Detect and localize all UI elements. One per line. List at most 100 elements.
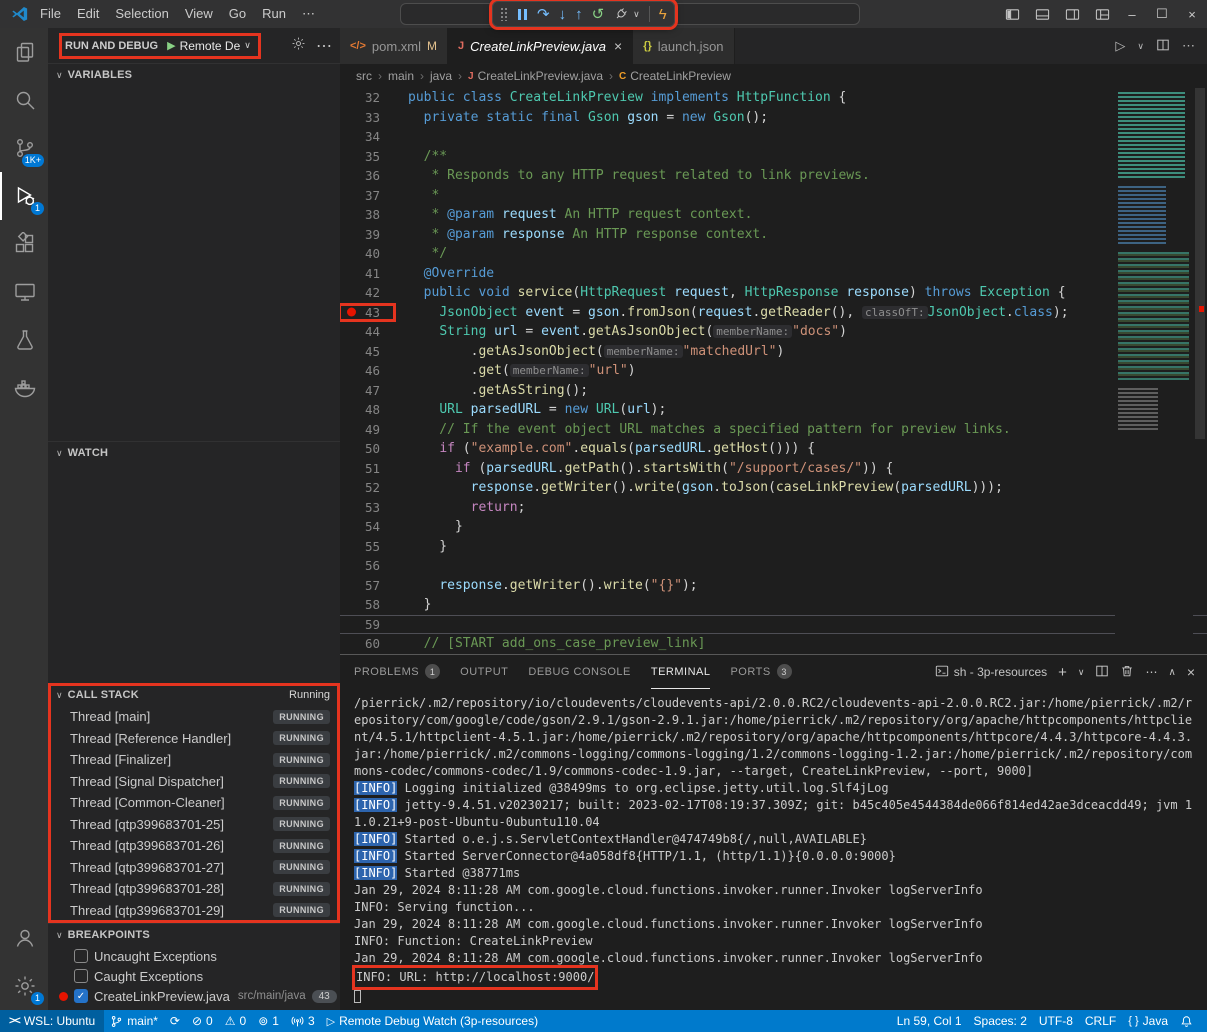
code-line[interactable]: 34 — [340, 127, 1207, 147]
activity-testing[interactable] — [0, 316, 48, 364]
menu-[interactable]: ⋯ — [294, 0, 323, 28]
line-gutter[interactable]: 57 — [340, 578, 394, 593]
notifications[interactable] — [1174, 1010, 1199, 1032]
more-actions-icon[interactable]: ⋯ — [316, 36, 332, 56]
disconnect-icon[interactable] — [613, 6, 629, 22]
close-button[interactable]: × — [1177, 0, 1207, 28]
activity-remote-explorer[interactable] — [0, 268, 48, 316]
git-branch[interactable]: main* — [104, 1010, 164, 1032]
activity-run-and-debug[interactable]: 1 — [0, 172, 48, 220]
step-out-icon[interactable]: ↑ — [575, 7, 583, 22]
breadcrumb-item[interactable]: java — [430, 69, 452, 83]
code-line[interactable]: 40 */ — [340, 244, 1207, 264]
activity-docker[interactable] — [0, 364, 48, 412]
line-gutter[interactable]: 37 — [340, 188, 394, 203]
code-line[interactable]: 56 — [340, 556, 1207, 576]
line-gutter[interactable]: 54 — [340, 519, 394, 534]
line-gutter[interactable]: 47 — [340, 383, 394, 398]
call-stack-thread-row[interactable]: Thread [Reference Handler]RUNNING — [48, 728, 340, 750]
call-stack-thread-row[interactable]: Thread [qtp399683701-26]RUNNING — [48, 835, 340, 857]
call-stack-thread-row[interactable]: Thread [qtp399683701-29]RUNNING — [48, 900, 340, 922]
breakpoint-dot-icon[interactable] — [347, 308, 356, 317]
layout-customize-icon[interactable] — [1087, 0, 1117, 28]
kill-terminal-icon[interactable] — [1120, 664, 1134, 681]
panel-tab-terminal[interactable]: TERMINAL — [651, 655, 711, 689]
line-gutter[interactable]: 44 — [340, 324, 394, 339]
panel-tab-ports[interactable]: PORTS3 — [730, 655, 791, 689]
close-panel-icon[interactable]: × — [1187, 664, 1195, 680]
hot-code-replace-icon[interactable]: ϟ — [659, 7, 667, 22]
line-gutter[interactable]: 46 — [340, 363, 394, 378]
breakpoints-header[interactable]: ∨ BREAKPOINTS — [48, 924, 340, 946]
line-gutter[interactable]: 41 — [340, 266, 394, 281]
breadcrumb-item[interactable]: JCreateLinkPreview.java — [468, 69, 603, 83]
code-line[interactable]: 33 private static final Gson gson = new … — [340, 108, 1207, 128]
code-line[interactable]: 59 — [340, 615, 1207, 635]
line-gutter[interactable]: 58 — [340, 597, 394, 612]
eol[interactable]: CRLF — [1079, 1010, 1122, 1032]
more-actions-icon[interactable]: ⋯ — [1182, 38, 1195, 54]
code-line[interactable]: 41 @Override — [340, 264, 1207, 284]
panel-tab-output[interactable]: OUTPUT — [460, 655, 508, 689]
line-gutter[interactable]: 39 — [340, 227, 394, 242]
menu-go[interactable]: Go — [221, 0, 254, 28]
code-editor[interactable]: 32public class CreateLinkPreview impleme… — [340, 88, 1207, 654]
cursor-position[interactable]: Ln 59, Col 1 — [891, 1010, 968, 1032]
tab-createlinkpreview-java[interactable]: JCreateLinkPreview.java× — [448, 28, 633, 64]
menu-edit[interactable]: Edit — [69, 0, 107, 28]
line-gutter[interactable]: 52 — [340, 480, 394, 495]
maximize-panel-icon[interactable]: ∧ — [1168, 667, 1175, 678]
code-line[interactable]: 38 * @param request An HTTP request cont… — [340, 205, 1207, 225]
code-line[interactable]: 58 } — [340, 595, 1207, 615]
activity-source-control[interactable]: 1K+ — [0, 124, 48, 172]
line-gutter[interactable]: 56 — [340, 558, 394, 573]
menu-selection[interactable]: Selection — [107, 0, 176, 28]
panel-tab-problems[interactable]: PROBLEMS1 — [354, 655, 440, 689]
warnings[interactable]: ⚠0 — [219, 1010, 252, 1032]
code-line[interactable]: 35 /** — [340, 147, 1207, 167]
breakpoint-gutter[interactable]: 43 — [340, 305, 394, 320]
breadcrumb-item[interactable]: src — [356, 69, 372, 83]
remote-indicator[interactable]: ><WSL: Ubuntu — [0, 1010, 104, 1032]
activity-settings[interactable]: 1 — [0, 962, 48, 1010]
line-gutter[interactable]: 33 — [340, 110, 394, 125]
panel-tab-debug-console[interactable]: DEBUG CONSOLE — [528, 655, 630, 689]
code-line[interactable]: 48 URL parsedURL = new URL(url); — [340, 400, 1207, 420]
line-gutter[interactable]: 42 — [340, 285, 394, 300]
line-gutter[interactable]: 45 — [340, 344, 394, 359]
drag-handle[interactable] — [500, 7, 507, 21]
line-gutter[interactable]: 35 — [340, 149, 394, 164]
code-line[interactable]: 60 // [START add_ons_case_preview_link] — [340, 634, 1207, 654]
line-gutter[interactable]: 38 — [340, 207, 394, 222]
language-mode[interactable]: { }Java — [1122, 1010, 1174, 1032]
pause-icon[interactable] — [516, 9, 528, 20]
info-count[interactable]: ⊚1 — [252, 1010, 285, 1032]
code-line[interactable]: 46 .get(memberName:"url") — [340, 361, 1207, 381]
activity-search[interactable] — [0, 76, 48, 124]
step-over-icon[interactable]: ↷ — [537, 7, 550, 22]
layout-sidebar-left-icon[interactable] — [997, 0, 1027, 28]
breakpoint-row[interactable]: Uncaught Exceptions — [48, 946, 340, 966]
line-gutter[interactable]: 59 — [340, 617, 394, 632]
watch-header[interactable]: ∨ WATCH — [48, 442, 340, 464]
split-editor-icon[interactable] — [1156, 38, 1170, 55]
code-line[interactable]: 52 response.getWriter().write(gson.toJso… — [340, 478, 1207, 498]
code-line[interactable]: 32public class CreateLinkPreview impleme… — [340, 88, 1207, 108]
code-line[interactable]: 47 .getAsString(); — [340, 381, 1207, 401]
run-java-icon[interactable]: ▷ — [1115, 38, 1125, 54]
line-gutter[interactable]: 60 — [340, 636, 394, 651]
line-gutter[interactable]: 49 — [340, 422, 394, 437]
step-into-icon[interactable]: ↓ — [559, 7, 567, 22]
debug-settings-gear-icon[interactable] — [291, 36, 306, 56]
code-line[interactable]: 43 JsonObject event = gson.fromJson(requ… — [340, 303, 1207, 323]
line-gutter[interactable]: 48 — [340, 402, 394, 417]
code-line[interactable]: 44 String url = event.getAsJsonObject(me… — [340, 322, 1207, 342]
tab-pom-xml[interactable]: </>pom.xmlM — [340, 28, 448, 64]
chevron-down-icon[interactable]: ∨ — [244, 40, 251, 51]
indentation[interactable]: Spaces: 2 — [968, 1010, 1033, 1032]
encoding[interactable]: UTF-8 — [1033, 1010, 1079, 1032]
activity-accounts[interactable] — [0, 914, 48, 962]
start-debug-icon[interactable]: ▶ — [167, 39, 175, 52]
new-terminal-icon[interactable]: + — [1058, 664, 1067, 681]
layout-sidebar-right-icon[interactable] — [1057, 0, 1087, 28]
